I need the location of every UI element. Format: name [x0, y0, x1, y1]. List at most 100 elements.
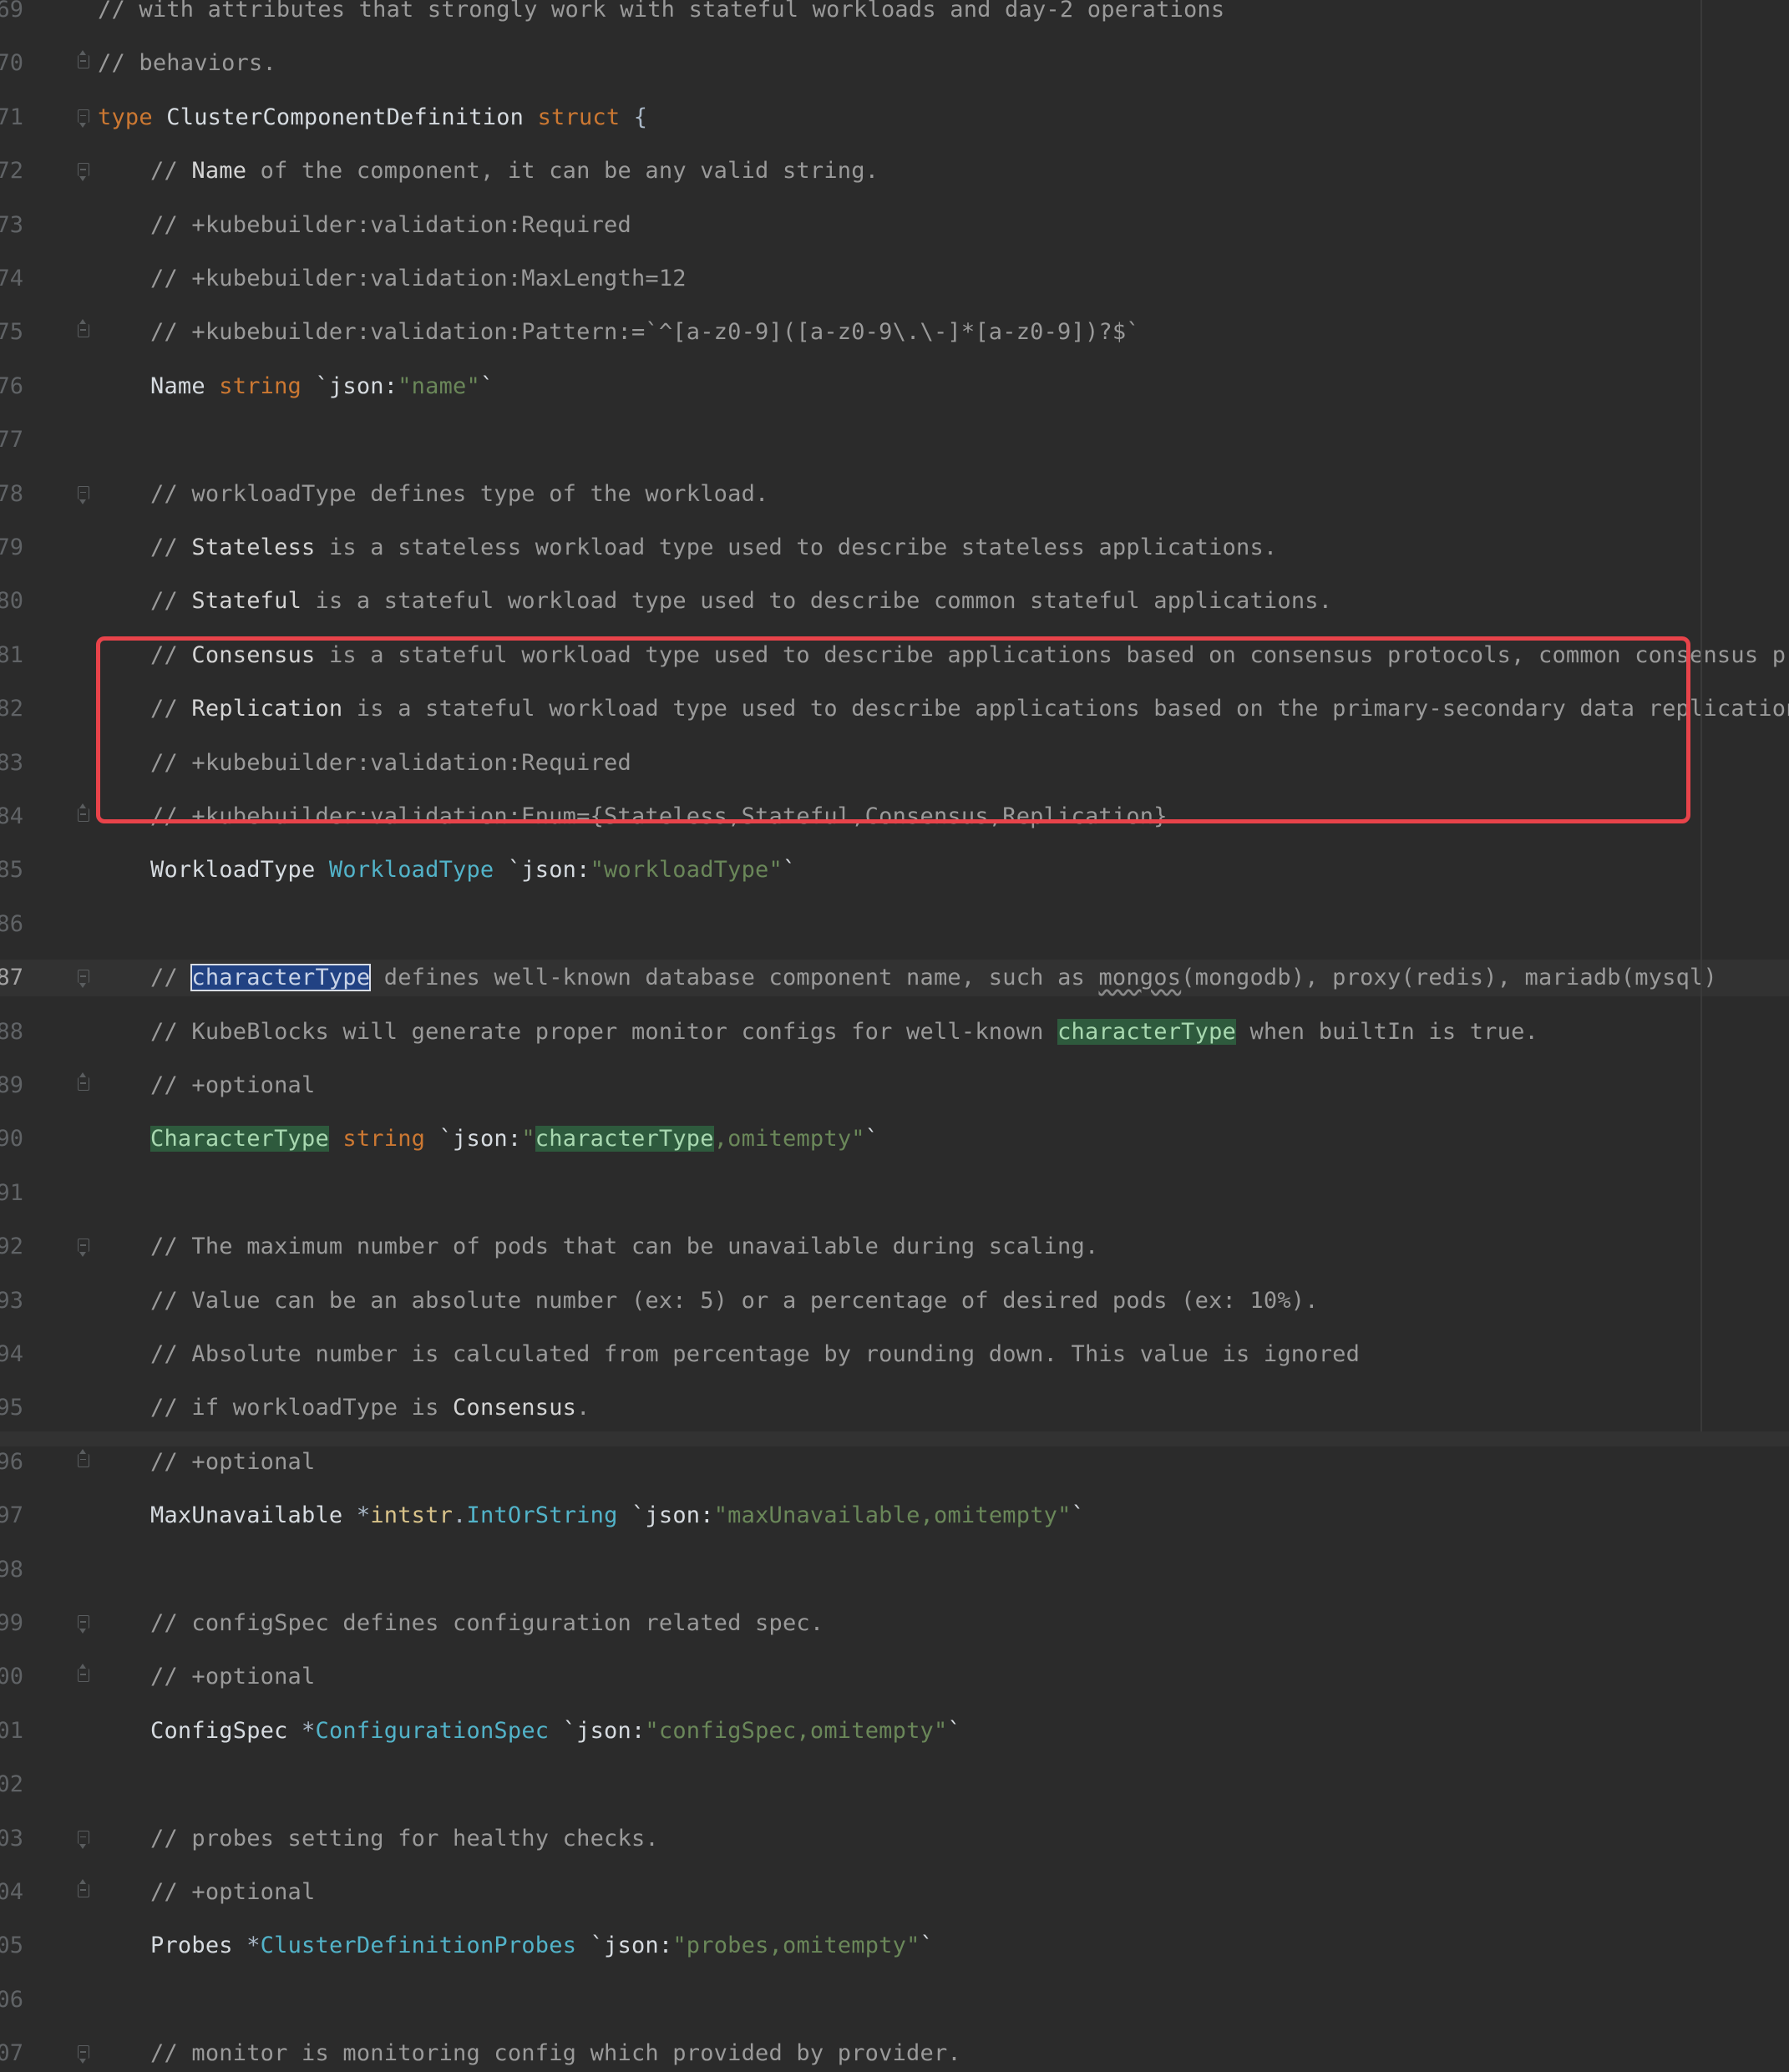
code-line[interactable]: 70 // behaviors. — [0, 45, 1789, 82]
fold-end-icon[interactable] — [78, 50, 89, 69]
struct-tag-token: `json: — [562, 1717, 646, 1744]
keyword-token: string — [342, 1126, 439, 1153]
fold-end-icon[interactable] — [78, 1664, 89, 1683]
fold-end-icon[interactable] — [78, 1879, 89, 1897]
horizontal-scrollbar[interactable] — [0, 1431, 1789, 1446]
package-token: intstr — [370, 1502, 454, 1529]
code-line[interactable]: 93 // Value can be an absolute number (ex… — [0, 1283, 1789, 1320]
line-number: 103 — [0, 1825, 23, 1852]
code-line[interactable]: 105 Probes *ClusterDefinitionProbes `json… — [0, 1928, 1789, 1964]
fold-start-icon[interactable] — [78, 970, 89, 989]
fold-start-icon[interactable] — [78, 109, 89, 128]
line-number: 88 — [0, 1018, 23, 1045]
struct-tag-token: `json: — [315, 372, 398, 399]
code-line[interactable]: 94 // Absolute number is calculated from … — [0, 1336, 1789, 1373]
line-number: 71 — [0, 104, 23, 130]
code-line[interactable]: 77 — [0, 422, 1789, 458]
code-line[interactable]: 92 // The maximum number of pods that can… — [0, 1229, 1789, 1265]
punctuation-token: * — [302, 1717, 316, 1744]
selected-identifier[interactable]: characterType — [190, 964, 372, 992]
code-line[interactable]: 100 // +optional — [0, 1659, 1789, 1695]
code-line[interactable]: 91 — [0, 1175, 1789, 1212]
line-number: 107 — [0, 2040, 23, 2067]
line-number: 95 — [0, 1395, 23, 1421]
usage-highlight[interactable]: CharacterType — [150, 1126, 329, 1153]
code-line[interactable]: 76 Name string `json:"name"` — [0, 368, 1789, 405]
code-line[interactable]: 98 — [0, 1552, 1789, 1588]
code-line[interactable]: 78 // workloadType defines type of the wo… — [0, 476, 1789, 513]
code-line[interactable]: 90 CharacterType string `json:"characterT… — [0, 1121, 1789, 1158]
comment-token: (mongodb), proxy(redis), mariadb(mysql) — [1181, 965, 1717, 991]
line-number: 89 — [0, 1072, 23, 1098]
code-line[interactable]: 80 // Stateful is a stateful workload typ… — [0, 583, 1789, 620]
code-line[interactable]: 99 // configSpec defines configuration re… — [0, 1605, 1789, 1642]
line-number: 94 — [0, 1341, 23, 1367]
struct-tag-token: `json: — [590, 1933, 673, 1959]
spelling-warning-word[interactable]: mongos — [1098, 965, 1181, 990]
code-editor[interactable]: 69 // with attributes that strongly work … — [0, 0, 1789, 2066]
line-number: 91 — [0, 1179, 23, 1206]
struct-tag-token: `json: — [631, 1502, 714, 1529]
code-line[interactable]: 96 // +optional — [0, 1444, 1789, 1481]
fold-start-icon[interactable] — [78, 1830, 89, 1849]
fold-start-icon[interactable] — [78, 485, 89, 504]
identifier-token: ConfigSpec — [150, 1717, 302, 1744]
comment-token: . — [576, 1395, 590, 1421]
code-line[interactable]: 88 // KubeBlocks will generate proper mon… — [0, 1014, 1789, 1051]
fold-start-icon[interactable] — [78, 2045, 89, 2064]
struct-tag-token: ` — [782, 857, 797, 884]
code-line[interactable]: 85 WorkloadType WorkloadType `json:"workl… — [0, 852, 1789, 889]
code-line[interactable]: 86 — [0, 906, 1789, 943]
code-line[interactable]: 75 // +kubebuilder:validation:Pattern:=`^… — [0, 314, 1789, 351]
code-line[interactable]: 72 // Name of the component, it can be an… — [0, 153, 1789, 190]
comment-token: // monitor is monitoring config which pr… — [150, 2040, 961, 2067]
code-line[interactable]: 79 // Stateless is a stateless workload t… — [0, 529, 1789, 566]
code-line[interactable]: 89 // +optional — [0, 1067, 1789, 1104]
code-text: // +kubebuilder:validation:MaxLength=12 — [98, 261, 687, 297]
code-text: Name string `json:"name"` — [98, 368, 494, 405]
line-number: 104 — [0, 1879, 23, 1905]
fold-start-icon[interactable] — [78, 163, 89, 182]
line-number: 82 — [0, 696, 23, 722]
type-token: WorkloadType — [328, 857, 508, 884]
fold-start-icon[interactable] — [78, 1239, 89, 1258]
comment-token: when builtIn is true. — [1235, 1018, 1539, 1045]
code-line[interactable]: 74 // +kubebuilder:validation:MaxLength=1… — [0, 261, 1789, 297]
comment-token: // if workloadType is — [150, 1395, 454, 1421]
fold-end-icon[interactable] — [78, 803, 89, 822]
code-line[interactable]: 71 type ClusterComponentDefinition struct… — [0, 99, 1789, 136]
usage-highlight[interactable]: characterType — [535, 1126, 714, 1153]
code-line[interactable]: 102 — [0, 1766, 1789, 1803]
code-line[interactable]: 107 // monitor is monitoring config which… — [0, 2035, 1789, 2072]
code-line[interactable]: 73 // +kubebuilder:validation:Required — [0, 207, 1789, 244]
fold-end-icon[interactable] — [78, 319, 89, 338]
comment-token: // +optional — [150, 1072, 316, 1098]
line-number: 102 — [0, 1771, 23, 1798]
usage-highlight[interactable]: characterType — [1057, 1018, 1236, 1045]
keyword-token: struct — [537, 104, 634, 130]
line-number: 97 — [0, 1502, 23, 1529]
code-line[interactable]: 103 // probes setting for healthy checks. — [0, 1821, 1789, 1857]
punctuation-token: { — [633, 104, 648, 130]
comment-token: // behaviors. — [98, 50, 276, 77]
code-line[interactable]: 104 // +optional — [0, 1874, 1789, 1911]
line-number: 84 — [0, 803, 23, 829]
code-text: // characterType defines well-known data… — [98, 960, 1717, 996]
comment-token: // — [150, 588, 192, 615]
code-line[interactable]: 69 // with attributes that strongly work … — [0, 0, 1789, 28]
code-line[interactable]: 95 // if workloadType is Consensus. — [0, 1390, 1789, 1426]
line-number: 92 — [0, 1234, 23, 1260]
code-line[interactable]: 101 ConfigSpec *ConfigurationSpec `json:"… — [0, 1713, 1789, 1750]
fold-end-icon[interactable] — [78, 1448, 89, 1467]
code-text: Probes *ClusterDefinitionProbes `json:"p… — [98, 1928, 934, 1964]
code-text: // Name of the component, it can be any … — [98, 153, 879, 190]
line-number: 100 — [0, 1664, 23, 1690]
comment-token: // Value can be an absolute number (ex: … — [150, 1287, 1319, 1314]
code-line[interactable]: 87 // characterType defines well-known da… — [0, 960, 1789, 997]
line-number: 75 — [0, 319, 23, 346]
code-line[interactable]: 106 — [0, 1982, 1789, 2019]
fold-start-icon[interactable] — [78, 1615, 89, 1634]
fold-end-icon[interactable] — [78, 1072, 89, 1091]
code-line[interactable]: 97 MaxUnavailable *intstr.IntOrString `js… — [0, 1497, 1789, 1534]
string-token: ,omitempty" — [713, 1126, 865, 1153]
